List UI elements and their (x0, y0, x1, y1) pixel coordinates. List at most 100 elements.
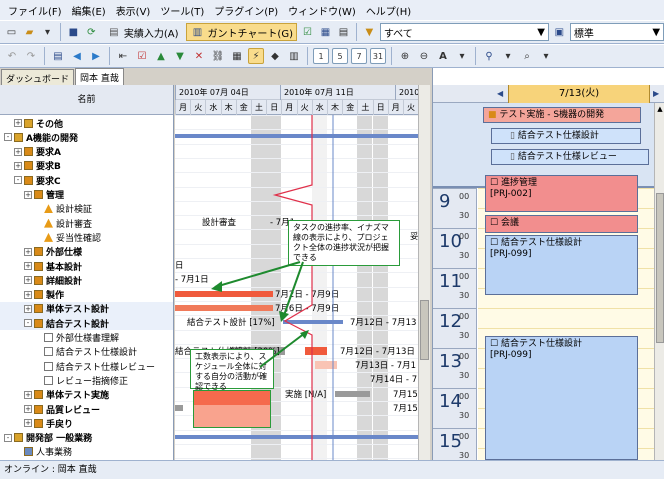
dropdown-arrow-icon[interactable]: ▾ (538, 48, 554, 64)
zoom-1-button[interactable]: 1 (313, 48, 329, 64)
tree-row[interactable]: + 手戻り (0, 416, 173, 430)
tree-row[interactable]: - A機能の開発 (0, 130, 173, 144)
menu-edit[interactable]: 編集(E) (72, 3, 106, 18)
gantt-vertical-scrollbar[interactable] (418, 85, 430, 460)
tree-row[interactable]: + 要求A (0, 145, 173, 159)
filter-select[interactable]: すべて ▼ (379, 23, 549, 41)
progress-line-icon[interactable]: ◆ (267, 48, 283, 64)
tree-row[interactable]: + 外部仕様 (0, 245, 173, 259)
expand-icon[interactable]: + (14, 161, 22, 170)
collapse-icon[interactable]: - (4, 133, 12, 142)
allday-event[interactable]: ▯ 結合テスト仕様レビュー (491, 149, 649, 165)
save-icon[interactable]: ■ (66, 24, 81, 40)
undo-icon[interactable]: ↶ (4, 48, 20, 64)
prev-day-icon[interactable]: ◀ (497, 89, 503, 98)
forward-arrow-icon[interactable]: ▶ (88, 48, 104, 64)
delete-icon[interactable]: ✕ (191, 48, 207, 64)
tree-row[interactable]: + 品質レビュー (0, 402, 173, 416)
expand-icon[interactable]: + (24, 405, 32, 413)
grid-icon[interactable]: ▦ (229, 48, 245, 64)
expand-icon[interactable]: + (24, 304, 32, 313)
properties-icon[interactable]: ▤ (50, 48, 66, 64)
zoom-5-button[interactable]: 5 (332, 48, 348, 64)
new-doc-icon[interactable]: ▭ (4, 24, 19, 40)
appointment[interactable]: ☐ 結合テスト仕様設計 [PRJ-099] (485, 235, 638, 295)
settings-dropdown-icon[interactable]: ▾ (454, 48, 470, 64)
menu-file[interactable]: ファイル(F) (8, 3, 62, 18)
menu-tools[interactable]: ツール(T) (160, 3, 204, 18)
tree-row[interactable]: 外部仕様書理解 (0, 331, 173, 345)
open-folder-icon[interactable]: ▰ (22, 24, 37, 40)
menu-window[interactable]: ウィンドウ(W) (288, 3, 356, 18)
tree-row[interactable]: 妥当性確認 (0, 230, 173, 244)
tree-row[interactable]: + 管理 (0, 188, 173, 202)
allday-event[interactable]: ■ テスト実施 - S機器の開発 (483, 107, 641, 123)
checklist-icon[interactable]: ☑ (134, 48, 150, 64)
tree-row[interactable]: + 製作 (0, 288, 173, 302)
font-size-icon[interactable]: A (435, 48, 451, 64)
collapse-icon[interactable]: - (4, 433, 12, 442)
calendar-vertical-scrollbar[interactable]: ▲ (654, 103, 664, 460)
appointment[interactable]: ☐ 会議 (485, 215, 638, 233)
tree-row[interactable]: レビュー指摘修正 (0, 373, 173, 387)
zoom-7-button[interactable]: 7 (351, 48, 367, 64)
tree-row[interactable]: + 基本設計 (0, 259, 173, 273)
report-icon[interactable]: ▤ (336, 24, 351, 40)
checkbox-icon[interactable]: ☐ (490, 339, 498, 349)
columns-icon[interactable]: ▥ (286, 48, 302, 64)
zoom-in-icon[interactable]: ⊕ (397, 48, 413, 64)
next-day-icon[interactable]: ▶ (653, 89, 659, 98)
funnel-icon[interactable]: ⚲ (481, 48, 497, 64)
move-down-icon[interactable]: ▼ (172, 48, 188, 64)
back-arrow-icon[interactable]: ◀ (69, 48, 85, 64)
tab-dashboard[interactable]: ダッシュボード (1, 69, 75, 85)
inazuma-line-icon[interactable]: ⚡ (248, 48, 264, 64)
tree-row[interactable]: - 結合テスト設計 (0, 316, 173, 331)
tree-row[interactable]: + 要求B (0, 159, 173, 173)
scroll-up-icon[interactable]: ▲ (656, 105, 664, 113)
view-select[interactable]: 標準 ▼ (569, 23, 664, 41)
zoom-out-icon[interactable]: ⊖ (416, 48, 432, 64)
menu-help[interactable]: ヘルプ(H) (366, 3, 411, 18)
outdent-icon[interactable]: ⇤ (115, 48, 131, 64)
redo-icon[interactable]: ↷ (23, 48, 39, 64)
expand-icon[interactable]: + (24, 290, 32, 299)
tree-row[interactable]: + 単体テスト実施 (0, 388, 173, 402)
actual-input-button[interactable]: ▤ 実績入力(A) (102, 23, 183, 41)
menu-view[interactable]: 表示(V) (116, 3, 151, 18)
tree-row[interactable]: + その他 (0, 116, 173, 130)
expand-icon[interactable]: + (24, 419, 32, 428)
gantt-chart-button[interactable]: ▥ ガントチャート(G) (185, 23, 297, 41)
tree-row[interactable]: + 単体テスト設計 (0, 301, 173, 316)
allday-event[interactable]: ▯ 結合テスト仕様設計 (491, 128, 641, 144)
zoom-31-button[interactable]: 31 (370, 48, 386, 64)
tree-row[interactable]: 結合テスト仕様レビュー (0, 359, 173, 373)
move-up-icon[interactable]: ▲ (153, 48, 169, 64)
expand-icon[interactable]: + (24, 262, 32, 270)
expand-icon[interactable]: + (24, 247, 32, 256)
checkbox-icon[interactable]: ☐ (490, 178, 498, 188)
collapse-icon[interactable]: - (24, 319, 32, 328)
tree-row[interactable]: 結合テスト仕様設計 (0, 345, 173, 359)
tab-okamoto[interactable]: 岡本 直哉 (75, 68, 124, 85)
tree-row[interactable]: - 開発部 一般業務 (0, 431, 173, 445)
chart-export-icon[interactable]: ▦ (318, 24, 333, 40)
expand-icon[interactable]: + (24, 276, 32, 285)
scroll-thumb[interactable] (420, 300, 429, 360)
tree-row[interactable]: 設計審査 (0, 216, 173, 230)
collapse-icon[interactable]: - (14, 176, 22, 185)
checkbox-icon[interactable]: ☐ (490, 218, 498, 228)
filter-icon[interactable]: ▼ (362, 24, 377, 40)
checkbox-icon[interactable]: ☐ (490, 238, 498, 248)
dropdown-arrow-icon[interactable]: ▾ (500, 48, 516, 64)
expand-icon[interactable]: + (14, 147, 22, 156)
view-icon[interactable]: ▣ (552, 24, 567, 40)
tree-row[interactable]: + 詳細設計 (0, 273, 173, 287)
menu-plugins[interactable]: プラグイン(P) (214, 3, 278, 18)
scroll-thumb[interactable] (656, 193, 664, 343)
search-icon[interactable]: ⌕ (519, 48, 535, 64)
appointment[interactable]: ☐ 結合テスト仕様設計 [PRJ-099] (485, 336, 638, 460)
expand-icon[interactable]: + (24, 390, 32, 399)
tree-row[interactable]: 設計検証 (0, 202, 173, 216)
dropdown-arrow-icon[interactable]: ▾ (40, 24, 55, 40)
